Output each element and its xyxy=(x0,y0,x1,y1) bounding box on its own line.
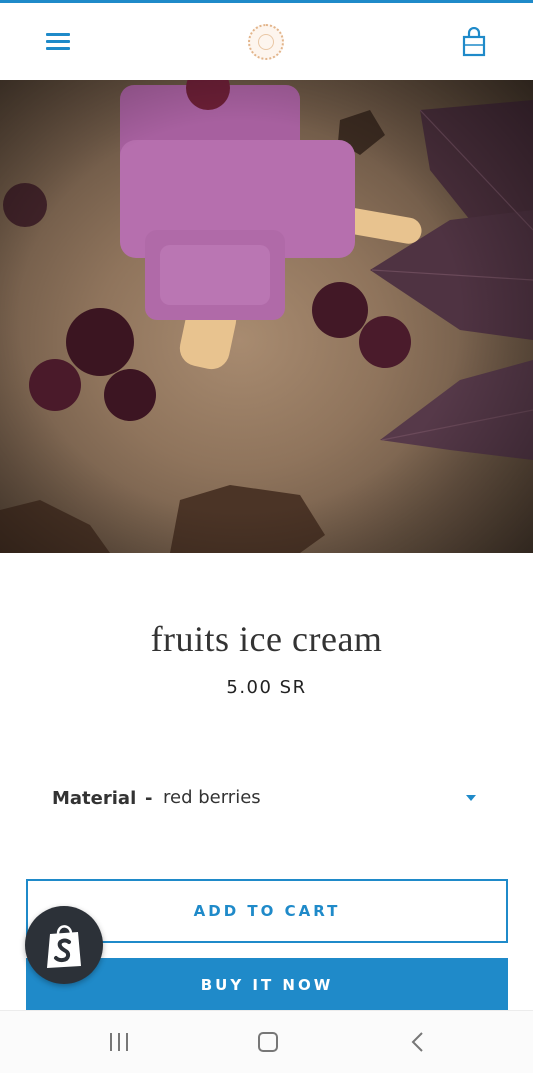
buy-it-now-button[interactable]: BUY IT NOW xyxy=(26,958,508,1012)
variant-label: Material xyxy=(52,788,137,809)
system-navigation-bar xyxy=(0,1010,533,1073)
material-select[interactable]: Material - red berries xyxy=(52,786,482,812)
back-icon[interactable] xyxy=(409,1030,427,1054)
store-logo[interactable] xyxy=(248,24,284,60)
variant-selected-value: red berries xyxy=(163,787,261,808)
shopping-bag-icon[interactable] xyxy=(461,26,487,57)
shopify-bag-icon[interactable] xyxy=(25,906,103,984)
product-title: fruits ice cream xyxy=(150,619,383,659)
product-image xyxy=(0,80,533,553)
chevron-down-icon xyxy=(466,795,476,801)
home-icon[interactable] xyxy=(258,1032,278,1052)
product-price: 5.00 SR xyxy=(226,677,307,698)
recent-apps-icon[interactable] xyxy=(108,1033,132,1053)
variant-separator: - xyxy=(145,788,153,809)
hamburger-menu-icon[interactable] xyxy=(44,27,72,55)
site-header xyxy=(0,3,533,80)
